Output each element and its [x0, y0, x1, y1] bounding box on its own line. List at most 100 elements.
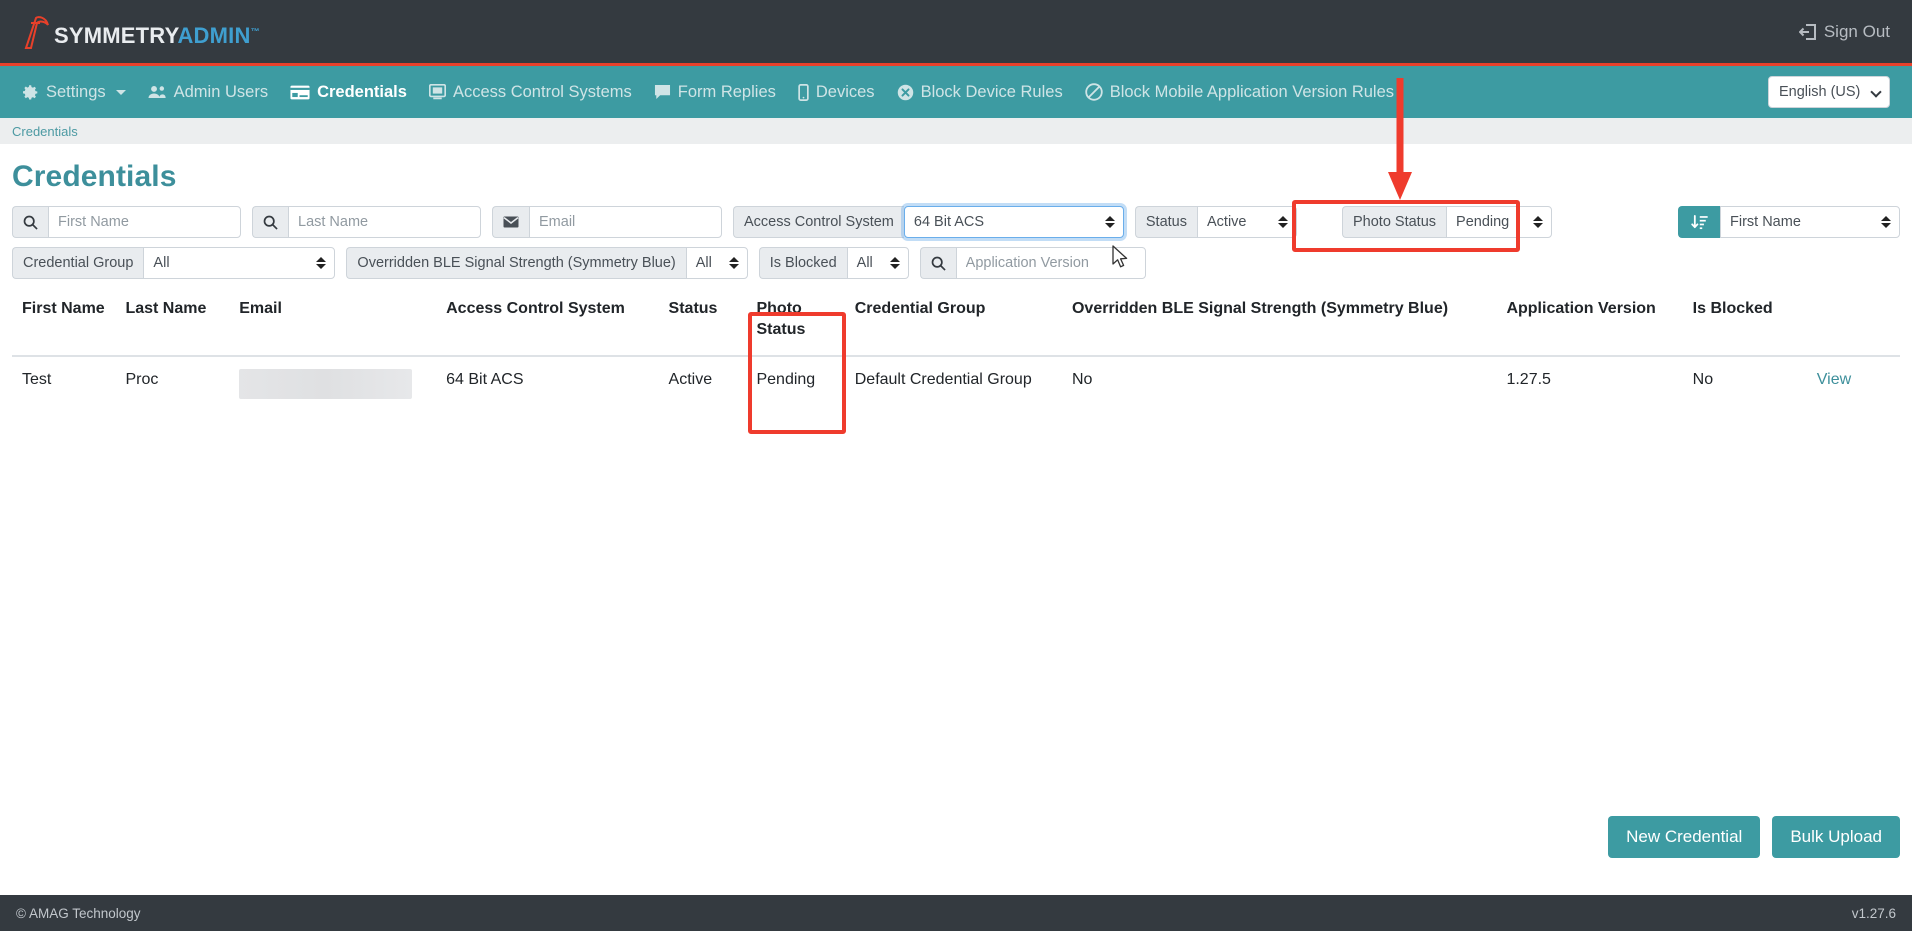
last-name-input[interactable] — [288, 206, 481, 238]
filter-status: Status Active — [1134, 206, 1297, 238]
overridden-ble-label: Overridden BLE Signal Strength (Symmetry… — [346, 247, 686, 279]
gear-icon — [22, 84, 39, 101]
cell-credential-group: Default Credential Group — [854, 370, 1032, 388]
sort-updown-icon — [1278, 216, 1288, 228]
overridden-ble-value: All — [695, 255, 712, 271]
nav-item-block-device-rules[interactable]: Block Device Rules — [897, 83, 1063, 102]
col-header-overridden-ble[interactable]: Overridden BLE Signal Strength (Symmetry… — [1061, 288, 1497, 357]
bulk-upload-button[interactable]: Bulk Upload — [1772, 816, 1900, 858]
table-header-row: First Name Last Name Email Access Contro… — [12, 288, 1900, 357]
sort-updown-icon — [316, 257, 327, 269]
nav-item-block-mobile-application-version-rules[interactable]: Block Mobile Application Version Rules — [1085, 83, 1394, 102]
photo-status-label: Photo Status — [1342, 206, 1447, 238]
nav-label-block-mobile-application-version-rules: Block Mobile Application Version Rules — [1109, 82, 1395, 101]
is-blocked-select[interactable]: All — [846, 247, 909, 279]
nav-label-credentials: Credentials — [317, 82, 407, 101]
breadcrumb: Credentials — [0, 118, 1912, 144]
table-body: Test Proc 64 Bit ACS Active Pending Defa… — [12, 356, 1900, 413]
col-header-email[interactable]: Email — [229, 288, 437, 357]
col-header-actions — [1806, 288, 1900, 357]
status-label: Status — [1134, 206, 1197, 238]
nav-item-access-control-systems[interactable]: Access Control Systems — [428, 83, 632, 102]
language-selector[interactable]: English (US) — [1768, 76, 1890, 108]
sort-updown-icon — [728, 257, 739, 269]
application-version-input[interactable] — [955, 247, 1146, 279]
nav-item-admin-users[interactable]: Admin Users — [148, 83, 268, 102]
ban-icon — [1085, 83, 1103, 101]
table-row[interactable]: Test Proc 64 Bit ACS Active Pending Defa… — [12, 356, 1900, 413]
sort-updown-icon — [1881, 216, 1891, 228]
filter-row-primary: Access Control System 64 Bit ACS Status … — [12, 206, 1900, 238]
sign-out-button[interactable]: Sign Out — [1798, 21, 1890, 42]
email-input[interactable] — [529, 206, 722, 238]
col-header-access-control-system[interactable]: Access Control System — [436, 288, 659, 357]
cell-photo-status: Pending — [756, 370, 816, 388]
logo-text-admin: ADMIN — [177, 22, 251, 48]
cell-email — [229, 356, 436, 413]
filter-is-blocked: Is Blocked All — [758, 247, 909, 279]
access-control-system-select[interactable]: 64 Bit ACS — [903, 206, 1124, 238]
top-bar: SYMMETRYADMIN™ Sign Out — [0, 0, 1912, 66]
filter-overridden-ble-signal-strength: Overridden BLE Signal Strength (Symmetry… — [346, 247, 748, 279]
app-logo[interactable]: SYMMETRYADMIN™ — [22, 15, 260, 49]
status-select[interactable]: Active — [1197, 206, 1297, 238]
first-name-input[interactable] — [48, 206, 241, 238]
is-blocked-value: All — [856, 255, 873, 271]
photo-status-select[interactable]: Pending — [1446, 206, 1553, 238]
col-header-photo-status[interactable]: Photo Status — [746, 288, 845, 357]
card-icon — [290, 85, 310, 100]
main-navigation: Settings Admin Users Credentials Access … — [0, 66, 1912, 118]
access-control-system-label: Access Control System — [733, 206, 904, 238]
cell-last-name: Proc — [125, 370, 159, 388]
redacted-email-value — [239, 368, 413, 399]
col-header-application-version[interactable]: Application Version — [1496, 288, 1683, 357]
nav-item-settings[interactable]: Settings — [22, 83, 126, 102]
footer-version: v1.27.6 — [1851, 905, 1896, 921]
footer-copyright: © AMAG Technology — [16, 905, 141, 921]
sign-out-label: Sign Out — [1823, 21, 1890, 41]
nav-item-devices[interactable]: Devices — [798, 83, 875, 102]
filter-application-version — [919, 247, 1146, 279]
view-link[interactable]: View — [1817, 371, 1851, 388]
nav-item-credentials[interactable]: Credentials — [290, 83, 407, 102]
col-header-status[interactable]: Status — [658, 288, 747, 357]
cell-application-version: 1.27.5 — [1506, 370, 1551, 388]
credential-group-value: All — [153, 255, 170, 271]
search-icon — [12, 206, 48, 238]
cell-status: Active — [668, 370, 713, 388]
comment-icon — [654, 84, 671, 100]
language-selected-value: English (US) — [1779, 84, 1861, 100]
times-circle-icon — [897, 84, 914, 101]
access-control-system-value: 64 Bit ACS — [913, 214, 985, 230]
sort-by-value: First Name — [1730, 214, 1801, 230]
nav-item-form-replies[interactable]: Form Replies — [654, 83, 776, 102]
mobile-icon — [798, 83, 809, 101]
credential-group-select[interactable]: All — [143, 247, 336, 279]
filter-photo-status: Photo Status Pending — [1342, 206, 1553, 238]
cell-overridden-ble: No — [1071, 370, 1093, 388]
col-header-last-name[interactable]: Last Name — [115, 288, 230, 357]
cell-access-control-system: 64 Bit ACS — [446, 370, 524, 388]
page-title: Credentials — [12, 160, 177, 193]
chevron-down-icon — [115, 89, 126, 95]
sort-updown-icon — [889, 257, 900, 269]
filter-first-name — [12, 206, 241, 238]
new-credential-button[interactable]: New Credential — [1608, 816, 1761, 858]
search-icon — [919, 247, 956, 279]
users-icon — [148, 84, 167, 100]
col-header-first-name[interactable]: First Name — [12, 288, 116, 357]
col-header-is-blocked[interactable]: Is Blocked — [1682, 288, 1807, 357]
logo-text-symmetry: SYMMETRY — [54, 22, 178, 48]
chevron-down-icon — [1870, 86, 1882, 98]
col-header-credential-group[interactable]: Credential Group — [844, 288, 1062, 357]
sign-out-icon — [1798, 23, 1816, 40]
symmetry-bird-logo-icon — [24, 15, 49, 49]
page-content: Credentials Access Control System 64 Bit… — [0, 160, 1912, 413]
overridden-ble-select[interactable]: All — [685, 247, 748, 279]
breadcrumb-item-credentials[interactable]: Credentials — [12, 124, 78, 139]
sort-amount-down-icon — [1678, 206, 1720, 238]
is-blocked-label: Is Blocked — [758, 247, 847, 279]
photo-status-value: Pending — [1456, 214, 1510, 230]
logo-trademark: ™ — [250, 26, 260, 37]
sort-by-select[interactable]: First Name — [1720, 206, 1900, 238]
